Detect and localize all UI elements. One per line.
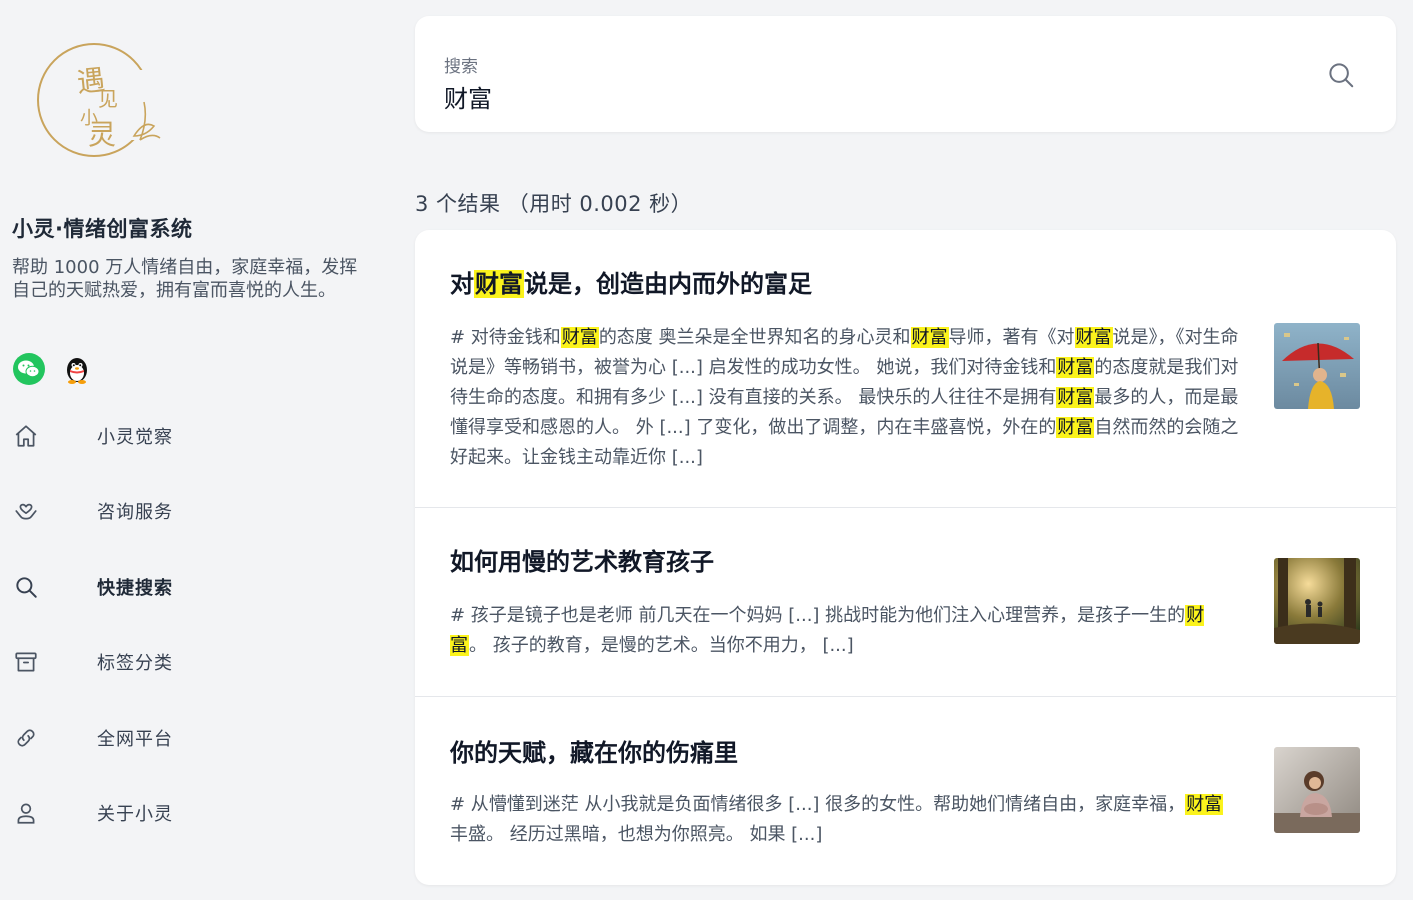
result-item: 如何用慢的艺术教育孩子 # 孩子是镜子也是老师 前几天在一个妈妈 [...] 挑… bbox=[415, 508, 1396, 697]
sidebar-item-about[interactable]: 关于小灵 bbox=[0, 776, 400, 852]
search-box: 搜索 bbox=[415, 16, 1396, 132]
sidebar-item-consult[interactable]: 咨询服务 bbox=[0, 474, 400, 550]
search-results: 对财富说是，创造由内而外的富足 # 对待金钱和财富的态度 奥兰朵是全世界知名的身… bbox=[415, 230, 1396, 885]
heart-hand-icon bbox=[0, 498, 52, 524]
result-title[interactable]: 你的天赋，藏在你的伤痛里 bbox=[450, 733, 738, 768]
sidebar-item-platforms[interactable]: 全网平台 bbox=[0, 700, 400, 776]
result-item: 你的天赋，藏在你的伤痛里 # 从懵懂到迷茫 从小我就是负面情绪很多 [...] … bbox=[415, 697, 1396, 885]
search-icon bbox=[0, 574, 52, 600]
snippet-text: 。 孩子的教育，是慢的艺术。当你不用力， [...] bbox=[469, 635, 854, 656]
result-item: 对财富说是，创造由内而外的富足 # 对待金钱和财富的态度 奥兰朵是全世界知名的身… bbox=[415, 230, 1396, 508]
svg-text:见: 见 bbox=[98, 87, 118, 111]
search-button[interactable] bbox=[1326, 60, 1356, 90]
keyword-highlight: 财富 bbox=[910, 327, 949, 348]
snippet-text: # 从懵懂到迷茫 从小我就是负面情绪很多 [...] 很多的女性。帮助她们情绪自… bbox=[450, 794, 1186, 815]
title-text: 说是，创造由内而外的富足 bbox=[524, 270, 812, 298]
snippet-text: # 孩子是镜子也是老师 前几天在一个妈妈 [...] 挑战时能为他们注入心理营养… bbox=[450, 605, 1186, 626]
keyword-highlight: 财富 bbox=[474, 270, 524, 298]
user-icon bbox=[0, 800, 52, 826]
snippet-text: 丰盛。 经历过黑暗，也想为你照亮。 如果 [...] bbox=[450, 824, 823, 845]
result-thumbnail-forest-children[interactable] bbox=[1274, 558, 1360, 644]
sidebar-item-label: 小灵觉察 bbox=[97, 426, 173, 448]
sidebar-item-label: 全网平台 bbox=[97, 728, 173, 750]
keyword-highlight: 财富 bbox=[1056, 387, 1095, 408]
sidebar-item-tags[interactable]: 标签分类 bbox=[0, 625, 400, 701]
result-thumbnail-sad-child[interactable] bbox=[1274, 747, 1360, 833]
sidebar-item-label: 关于小灵 bbox=[97, 804, 173, 826]
search-input[interactable] bbox=[444, 76, 1304, 116]
search-icon bbox=[1329, 63, 1354, 88]
sidebar-item-observe[interactable]: 小灵觉察 bbox=[0, 398, 400, 474]
keyword-highlight: 财富 bbox=[1074, 327, 1113, 348]
keyword-highlight: 财富 bbox=[1056, 357, 1095, 378]
result-snippet: # 从懵懂到迷茫 从小我就是负面情绪很多 [...] 很多的女性。帮助她们情绪自… bbox=[450, 790, 1240, 850]
snippet-text: # 对待金钱和 bbox=[450, 327, 561, 348]
sidebar-item-label: 标签分类 bbox=[97, 653, 173, 675]
link-icon bbox=[0, 725, 52, 751]
home-icon bbox=[0, 423, 52, 449]
search-label: 搜索 bbox=[444, 57, 478, 77]
site-title[interactable]: 小灵·情绪创富系统 bbox=[12, 213, 192, 243]
title-text: 对 bbox=[450, 270, 474, 298]
result-title[interactable]: 如何用慢的艺术教育孩子 bbox=[450, 542, 714, 577]
qq-icon[interactable] bbox=[60, 352, 94, 386]
result-snippet: # 孩子是镜子也是老师 前几天在一个妈妈 [...] 挑战时能为他们注入心理营养… bbox=[450, 601, 1240, 661]
result-thumbnail-umbrella-girl[interactable] bbox=[1274, 323, 1360, 409]
wechat-icon[interactable] bbox=[12, 352, 46, 386]
keyword-highlight: 财富 bbox=[560, 327, 599, 348]
svg-text:灵: 灵 bbox=[88, 118, 116, 151]
result-count: 3 个结果 （用时 0.002 秒） bbox=[415, 192, 693, 216]
sidebar: 遇 见 小 灵 小灵·情绪创富系统 帮助 1000 万人情绪自由，家庭幸福，发挥… bbox=[0, 0, 400, 900]
result-snippet: # 对待金钱和财富的态度 奥兰朵是全世界知名的身心灵和财富导师，著有《对财富说是… bbox=[450, 323, 1240, 473]
site-description: 帮助 1000 万人情绪自由，家庭幸福，发挥自己的天赋热爱，拥有富而喜悦的人生。 bbox=[12, 257, 358, 301]
keyword-highlight: 财富 bbox=[1056, 417, 1095, 438]
sidebar-nav: 小灵觉察 咨询服务 快捷搜索 标签分类 全网平台 关于小灵 bbox=[0, 398, 400, 851]
snippet-text: 导师，著有《对 bbox=[948, 327, 1075, 348]
social-links bbox=[12, 352, 94, 386]
sidebar-item-label: 咨询服务 bbox=[97, 502, 173, 524]
archive-icon bbox=[0, 649, 52, 675]
keyword-highlight: 财富 bbox=[1185, 794, 1224, 815]
sidebar-item-label: 快捷搜索 bbox=[97, 577, 173, 599]
sidebar-item-search[interactable]: 快捷搜索 bbox=[0, 549, 400, 625]
site-logo[interactable]: 遇 见 小 灵 bbox=[36, 40, 170, 164]
result-title[interactable]: 对财富说是，创造由内而外的富足 bbox=[450, 264, 812, 299]
snippet-text: 的态度 奥兰朵是全世界知名的身心灵和 bbox=[598, 327, 911, 348]
